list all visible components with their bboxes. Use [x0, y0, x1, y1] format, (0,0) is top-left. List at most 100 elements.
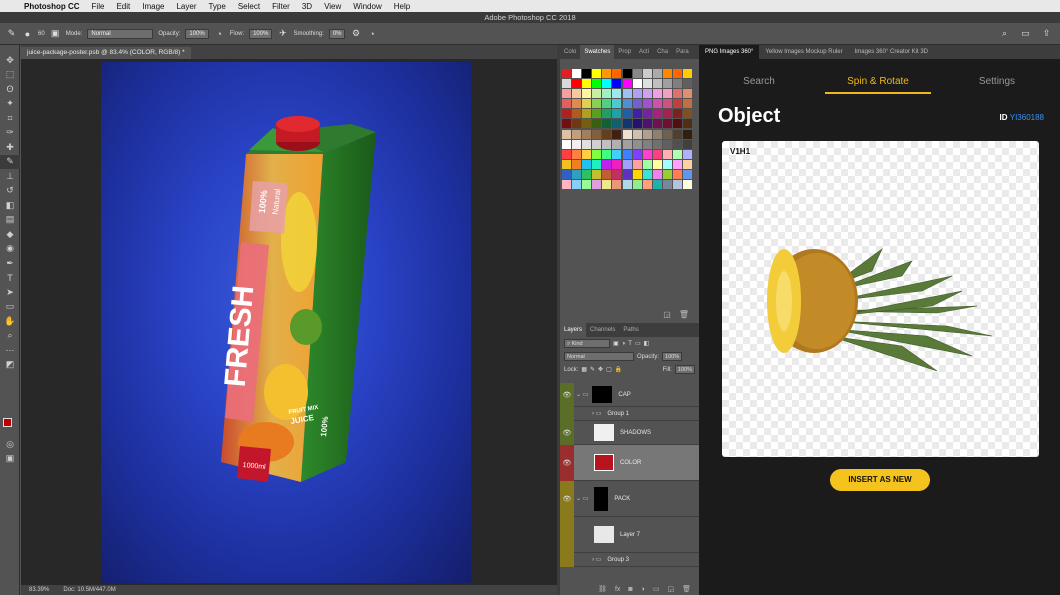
visibility-eye-icon[interactable]: 👁 — [560, 420, 574, 445]
expand-chevron-icon[interactable]: ⌄ ▭ — [576, 391, 588, 398]
color-swatch[interactable] — [632, 119, 642, 129]
color-swatch[interactable] — [683, 180, 693, 190]
color-swatch[interactable] — [582, 99, 592, 109]
color-swatch[interactable] — [662, 99, 672, 109]
menu-help[interactable]: Help — [388, 2, 416, 11]
brush-panel-icon[interactable]: ▣ — [50, 28, 61, 39]
color-swatch[interactable] — [622, 149, 632, 159]
menu-window[interactable]: Window — [347, 2, 387, 11]
color-swatch[interactable] — [683, 69, 693, 78]
color-swatch[interactable] — [562, 149, 571, 159]
tab-png-images-360[interactable]: PNG Images 360° — [699, 45, 760, 59]
color-swatch[interactable] — [632, 169, 642, 179]
color-swatch[interactable] — [673, 69, 683, 78]
color-swatch[interactable] — [602, 99, 612, 109]
tab-swatches[interactable]: Swatches — [580, 45, 615, 59]
color-swatch[interactable] — [582, 109, 592, 119]
color-swatch[interactable] — [673, 129, 683, 139]
layer-row-group3[interactable]: › ▭ Group 3 — [560, 552, 699, 567]
blend-mode-dropdown[interactable]: Normal — [564, 352, 634, 361]
object-id-value[interactable]: YI360188 — [1010, 113, 1044, 122]
color-swatch[interactable] — [662, 180, 672, 190]
color-swatch[interactable] — [572, 109, 582, 119]
color-swatch[interactable] — [652, 180, 662, 190]
move-tool-icon[interactable]: ✥ — [0, 53, 20, 68]
color-swatch[interactable] — [683, 149, 693, 159]
color-swatch[interactable] — [592, 89, 602, 99]
layer-row-color[interactable]: 👁 COLOR — [560, 444, 699, 481]
pressure-opacity-icon[interactable]: ◔ — [214, 28, 225, 39]
airbrush-icon[interactable]: ✈ — [277, 28, 288, 39]
color-swatch[interactable] — [592, 139, 602, 149]
color-swatch[interactable] — [673, 99, 683, 109]
marquee-tool-icon[interactable]: ⬚ — [0, 68, 20, 83]
color-swatch[interactable] — [562, 139, 571, 149]
color-swatch[interactable] — [572, 69, 582, 78]
color-swatch[interactable] — [592, 69, 602, 78]
menu-type[interactable]: Type — [202, 2, 231, 11]
color-swatch[interactable] — [642, 180, 652, 190]
visibility-eye-icon[interactable] — [560, 406, 574, 421]
visibility-eye-icon[interactable]: 👁 — [560, 480, 574, 517]
layer-row-cap[interactable]: 👁 ⌄ ▭ CAP — [560, 382, 699, 407]
color-swatch[interactable] — [582, 149, 592, 159]
color-swatch[interactable] — [642, 79, 652, 89]
color-swatch[interactable] — [602, 119, 612, 129]
tab-properties[interactable]: Prop — [614, 45, 635, 59]
insert-as-new-button[interactable]: INSERT AS NEW — [830, 469, 930, 491]
color-swatch[interactable] — [622, 109, 632, 119]
eraser-icon[interactable]: ◧ — [0, 198, 20, 213]
color-swatch[interactable] — [632, 149, 642, 159]
eyedropper-icon[interactable]: ✑ — [0, 126, 20, 141]
color-swatch[interactable] — [652, 149, 662, 159]
pressure-size-icon[interactable]: ◔ — [366, 28, 377, 39]
lasso-tool-icon[interactable]: ʘ — [0, 82, 20, 97]
color-swatch[interactable] — [652, 69, 662, 78]
color-swatch[interactable] — [652, 119, 662, 129]
color-swatch[interactable] — [662, 159, 672, 169]
pen-tool-icon[interactable]: ✒ — [0, 256, 20, 271]
lock-paint-icon[interactable]: ✎ — [590, 366, 595, 373]
type-tool-icon[interactable]: T — [0, 271, 20, 286]
color-swatch[interactable] — [602, 139, 612, 149]
new-swatch-icon[interactable]: ◲ — [663, 310, 671, 319]
color-swatch[interactable] — [612, 159, 622, 169]
color-swatch[interactable] — [562, 99, 571, 109]
color-swatch[interactable] — [683, 139, 693, 149]
color-swatch[interactable] — [662, 169, 672, 179]
color-swatch[interactable] — [592, 109, 602, 119]
color-swatch[interactable] — [572, 159, 582, 169]
layer-row-layer7[interactable]: Layer 7 — [560, 516, 699, 553]
more-tools-icon[interactable]: ⋯ — [0, 343, 20, 358]
color-swatch[interactable] — [652, 109, 662, 119]
color-swatch[interactable] — [592, 169, 602, 179]
color-swatch[interactable] — [582, 139, 592, 149]
lock-all-icon[interactable]: 🔒 — [615, 366, 622, 373]
dodge-tool-icon[interactable]: ◉ — [0, 242, 20, 257]
color-swatch[interactable] — [612, 139, 622, 149]
color-swatch[interactable] — [572, 129, 582, 139]
color-swatch[interactable] — [562, 159, 571, 169]
layer-row-pack[interactable]: 👁 ⌄ ▭ PACK — [560, 480, 699, 517]
lock-pixels-icon[interactable]: ▦ — [581, 366, 587, 373]
expand-chevron-icon[interactable]: ⌄ ▭ — [576, 495, 588, 502]
shape-tool-icon[interactable]: ▭ — [0, 300, 20, 315]
color-swatch[interactable] — [622, 79, 632, 89]
mask-icon[interactable]: ◙ — [628, 586, 632, 593]
color-swatch[interactable] — [592, 159, 602, 169]
nav-spin-rotate[interactable]: Spin & Rotate — [825, 72, 931, 94]
color-swatch[interactable] — [572, 79, 582, 89]
visibility-eye-icon[interactable] — [560, 516, 574, 553]
color-swatch[interactable] — [642, 169, 652, 179]
new-group-icon[interactable]: ▭ — [653, 585, 660, 593]
color-swatch[interactable] — [572, 119, 582, 129]
gear-icon[interactable]: ⚙ — [350, 28, 361, 39]
color-swatch[interactable] — [642, 139, 652, 149]
foreground-color-swatch[interactable] — [3, 418, 12, 427]
flow-field[interactable]: 100% — [249, 28, 273, 39]
crop-tool-icon[interactable]: ⌗ — [0, 111, 20, 126]
color-swatch[interactable] — [562, 180, 571, 190]
color-swatch[interactable] — [632, 89, 642, 99]
color-swatch[interactable] — [662, 79, 672, 89]
color-swatch[interactable] — [642, 159, 652, 169]
